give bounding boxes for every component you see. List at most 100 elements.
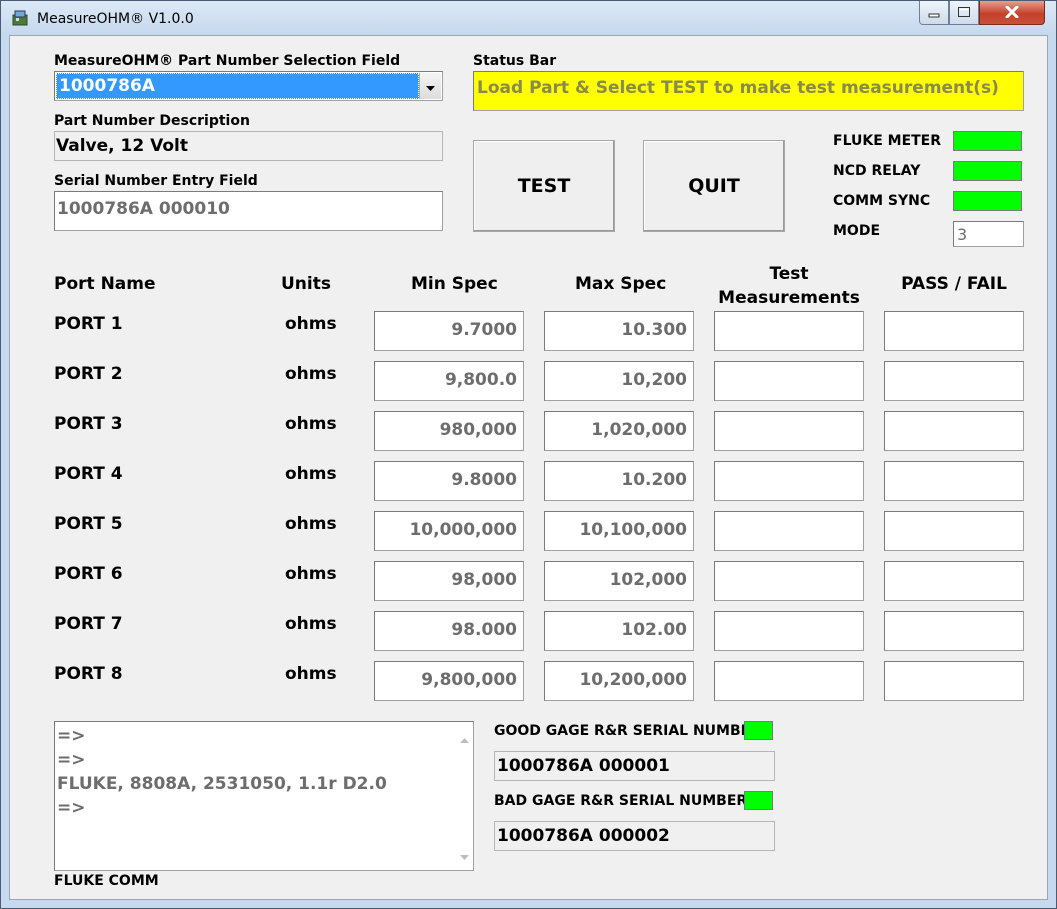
dropdown-arrow-icon xyxy=(426,77,435,96)
header-test-line2: Measurements xyxy=(718,288,860,308)
max-spec-field[interactable]: 102.00 xyxy=(544,611,694,651)
port-units: ohms xyxy=(285,564,337,584)
fluke-comm-log[interactable]: => => FLUKE, 8808A, 2531050, 1.1r D2.0 =… xyxy=(54,721,474,871)
measurement-field[interactable] xyxy=(714,461,864,501)
port-units: ohms xyxy=(285,514,337,534)
measurement-field[interactable] xyxy=(714,511,864,551)
log-scrollbar[interactable] xyxy=(456,722,473,870)
max-spec-field[interactable]: 10,100,000 xyxy=(544,511,694,551)
port-name: PORT 5 xyxy=(54,514,123,534)
window-title: MeasureOHM® V1.0.0 xyxy=(37,11,194,27)
measurement-field[interactable] xyxy=(714,411,864,451)
min-spec-field[interactable]: 10,000,000 xyxy=(374,511,524,551)
comm-sync-label: COMM SYNC xyxy=(833,193,931,209)
good-gage-indicator xyxy=(744,721,773,740)
ncd-relay-indicator xyxy=(953,161,1022,181)
app-icon xyxy=(11,9,29,27)
pass-fail-field[interactable] xyxy=(884,661,1024,701)
max-spec-field[interactable]: 102,000 xyxy=(544,561,694,601)
fluke-meter-indicator xyxy=(953,131,1022,151)
close-button[interactable] xyxy=(979,1,1045,25)
min-spec-field[interactable]: 9.8000 xyxy=(374,461,524,501)
max-spec-field[interactable]: 10.300 xyxy=(544,311,694,351)
dropdown-button[interactable] xyxy=(419,73,441,99)
good-gage-value: 1000786A 000001 xyxy=(497,756,670,776)
app-window: MeasureOHM® V1.0.0 MeasureOHM® Part Numb… xyxy=(0,0,1057,909)
header-min-spec: Min Spec xyxy=(411,274,498,294)
header-pass-fail: PASS / FAIL xyxy=(901,274,1007,294)
status-bar-label: Status Bar xyxy=(473,53,557,69)
measurement-field[interactable] xyxy=(714,311,864,351)
port-units: ohms xyxy=(285,664,337,684)
log-line: FLUKE, 8808A, 2531050, 1.1r D2.0 xyxy=(57,774,387,794)
min-spec-field[interactable]: 9,800.0 xyxy=(374,361,524,401)
port-name: PORT 1 xyxy=(54,314,123,334)
port-units: ohms xyxy=(285,414,337,434)
max-spec-field[interactable]: 10.200 xyxy=(544,461,694,501)
pass-fail-field[interactable] xyxy=(884,511,1024,551)
min-spec-field[interactable]: 9,800,000 xyxy=(374,661,524,701)
part-selection-label: MeasureOHM® Part Number Selection Field xyxy=(54,53,401,69)
ncd-relay-label: NCD RELAY xyxy=(833,163,921,179)
good-gage-label: GOOD GAGE R&R SERIAL NUMBER xyxy=(494,723,761,739)
maximize-button[interactable] xyxy=(949,1,979,25)
header-port-name: Port Name xyxy=(54,274,156,294)
title-bar[interactable]: MeasureOHM® V1.0.0 xyxy=(1,1,1056,35)
scroll-up-icon[interactable] xyxy=(460,728,469,747)
quit-button[interactable]: QUIT xyxy=(643,140,785,232)
bad-gage-field: 1000786A 000002 xyxy=(494,821,775,851)
pass-fail-field[interactable] xyxy=(884,311,1024,351)
fluke-meter-label: FLUKE METER xyxy=(833,133,942,149)
mode-value: 3 xyxy=(957,225,968,244)
port-name: PORT 4 xyxy=(54,464,123,484)
minimize-button[interactable] xyxy=(919,1,949,25)
status-bar-text: Load Part & Select TEST to make test mea… xyxy=(477,78,999,98)
port-name: PORT 3 xyxy=(54,414,123,434)
min-spec-field[interactable]: 9.7000 xyxy=(374,311,524,351)
client-area: MeasureOHM® Part Number Selection Field … xyxy=(9,35,1048,900)
part-number-select[interactable]: 1000786A xyxy=(54,71,443,101)
measurement-field[interactable] xyxy=(714,661,864,701)
maximize-icon xyxy=(957,3,971,22)
pass-fail-field[interactable] xyxy=(884,411,1024,451)
pass-fail-field[interactable] xyxy=(884,561,1024,601)
measurement-field[interactable] xyxy=(714,361,864,401)
log-line: => xyxy=(57,798,86,818)
port-units: ohms xyxy=(285,364,337,384)
header-units: Units xyxy=(281,274,331,294)
max-spec-field[interactable]: 1,020,000 xyxy=(544,411,694,451)
test-button[interactable]: TEST xyxy=(473,140,615,232)
measurement-field[interactable] xyxy=(714,561,864,601)
port-units: ohms xyxy=(285,614,337,634)
log-line: => xyxy=(57,726,86,746)
pass-fail-field[interactable] xyxy=(884,611,1024,651)
part-number-value: 1000786A xyxy=(59,76,155,96)
port-units: ohms xyxy=(285,314,337,334)
measurement-field[interactable] xyxy=(714,611,864,651)
serial-entry-input[interactable]: 1000786A 000010 xyxy=(54,191,443,231)
max-spec-field[interactable]: 10,200 xyxy=(544,361,694,401)
description-value: Valve, 12 Volt xyxy=(56,136,188,156)
mode-label: MODE xyxy=(833,223,881,239)
mode-field[interactable]: 3 xyxy=(953,221,1024,247)
description-field: Valve, 12 Volt xyxy=(54,131,443,161)
scroll-down-icon[interactable] xyxy=(460,845,469,864)
min-spec-field[interactable]: 98.000 xyxy=(374,611,524,651)
description-label: Part Number Description xyxy=(54,113,250,129)
port-units: ohms xyxy=(285,464,337,484)
pass-fail-field[interactable] xyxy=(884,461,1024,501)
min-spec-field[interactable]: 980,000 xyxy=(374,411,524,451)
good-gage-field: 1000786A 000001 xyxy=(494,751,775,781)
port-name: PORT 6 xyxy=(54,564,123,584)
max-spec-field[interactable]: 10,200,000 xyxy=(544,661,694,701)
close-icon xyxy=(1005,3,1019,22)
min-spec-field[interactable]: 98,000 xyxy=(374,561,524,601)
pass-fail-field[interactable] xyxy=(884,361,1024,401)
port-name: PORT 8 xyxy=(54,664,123,684)
port-name: PORT 7 xyxy=(54,614,123,634)
header-test-line1: Test xyxy=(769,264,809,284)
bad-gage-value: 1000786A 000002 xyxy=(497,826,670,846)
status-bar: Load Part & Select TEST to make test mea… xyxy=(473,71,1024,111)
comm-sync-indicator xyxy=(953,191,1022,211)
serial-entry-value: 1000786A 000010 xyxy=(57,199,230,219)
